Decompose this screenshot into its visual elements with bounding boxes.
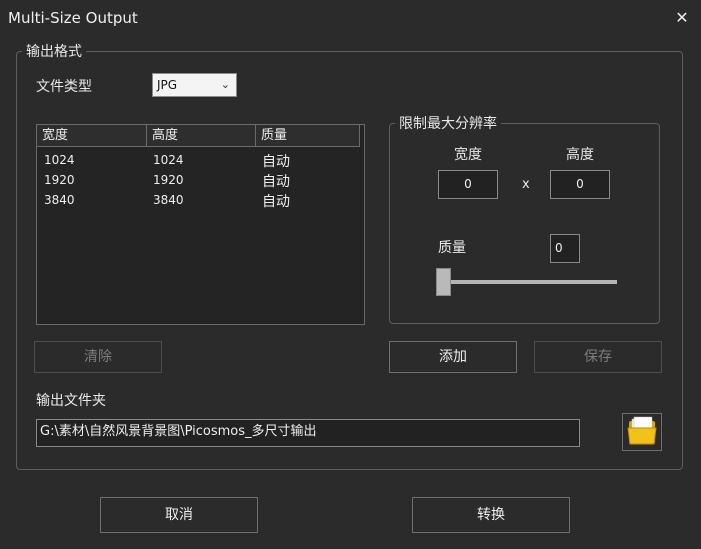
cell-quality: 自动: [262, 154, 290, 170]
add-button[interactable]: 添加: [389, 341, 517, 373]
max-height-label: 高度: [566, 147, 594, 163]
cell-width: 1920: [44, 173, 75, 187]
convert-button[interactable]: 转换: [412, 497, 570, 533]
output-format-legend: 输出格式: [22, 41, 86, 61]
folder-icon: [627, 416, 657, 445]
quality-slider-track[interactable]: [437, 280, 617, 284]
column-header-quality[interactable]: 质量: [256, 125, 360, 147]
window-title: Multi-Size Output: [8, 9, 138, 27]
cell-width: 3840: [44, 193, 75, 207]
output-folder-label: 输出文件夹: [36, 393, 106, 409]
file-type-value: JPG: [157, 78, 178, 92]
dimension-separator: x: [522, 177, 530, 192]
cell-quality: 自动: [262, 194, 290, 210]
cell-width: 1024: [44, 153, 75, 167]
save-button[interactable]: 保存: [534, 341, 662, 373]
max-width-input[interactable]: 0: [438, 170, 498, 199]
browse-folder-button[interactable]: [622, 413, 662, 451]
clear-button[interactable]: 清除: [34, 341, 162, 373]
cancel-button[interactable]: 取消: [100, 497, 258, 533]
cell-quality: 自动: [262, 174, 290, 190]
file-type-label: 文件类型: [36, 79, 92, 95]
chevron-down-icon: ⌄: [220, 78, 230, 91]
close-icon[interactable]: ✕: [672, 8, 692, 28]
column-header-width[interactable]: 宽度: [37, 125, 147, 147]
limit-resolution-group: [389, 123, 660, 324]
file-type-select[interactable]: JPG ⌄: [152, 73, 237, 97]
quality-value-input[interactable]: 0: [550, 234, 580, 263]
cell-height: 1024: [153, 153, 184, 167]
cell-height: 1920: [153, 173, 184, 187]
size-table[interactable]: 宽度 高度 质量 1024 1024 自动 1920 1920 自动 3840 …: [36, 124, 365, 325]
limit-resolution-legend: 限制最大分辨率: [395, 113, 501, 133]
max-width-label: 宽度: [454, 147, 482, 163]
table-row[interactable]: 3840 3840 自动: [37, 190, 360, 210]
table-row[interactable]: 1920 1920 自动: [37, 170, 360, 190]
max-height-input[interactable]: 0: [550, 170, 610, 199]
cell-height: 3840: [153, 193, 184, 207]
quality-slider-thumb[interactable]: [436, 268, 451, 296]
column-header-height[interactable]: 高度: [147, 125, 256, 147]
output-folder-path-input[interactable]: G:\素材\自然风景背景图\Picosmos_多尺寸输出: [36, 419, 580, 447]
table-row[interactable]: 1024 1024 自动: [37, 150, 360, 170]
quality-label: 质量: [438, 240, 466, 256]
